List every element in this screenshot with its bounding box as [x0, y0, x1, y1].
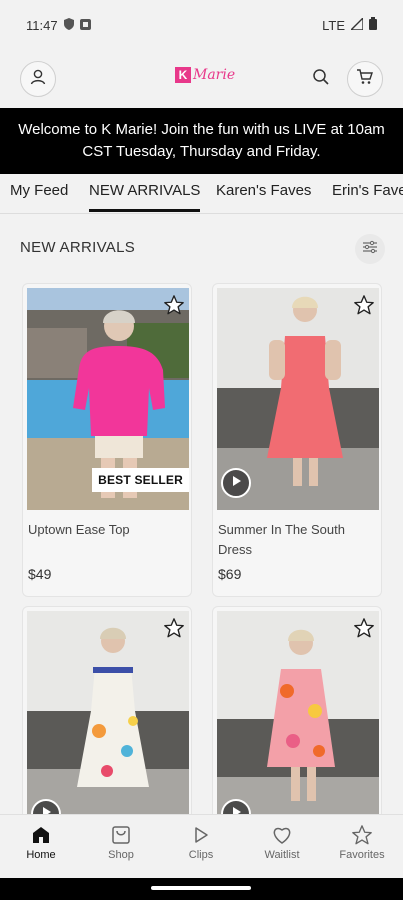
filter-icon [362, 240, 378, 259]
product-card[interactable] [212, 606, 382, 814]
category-tabs: My Feed NEW ARRIVALS Karen's Faves Erin'… [0, 174, 403, 214]
search-icon [312, 68, 330, 91]
favorite-star-icon[interactable] [163, 617, 185, 639]
notification-icon [79, 18, 91, 33]
nav-home-label: Home [26, 849, 56, 861]
nav-favorites[interactable]: Favorites [322, 823, 402, 861]
product-card[interactable]: BEST SELLER Uptown Ease Top $49 [22, 283, 192, 597]
battery-icon [369, 17, 377, 33]
product-feed: NEW ARRIVALS BEST SELLER Uptown Ease Top… [0, 214, 403, 814]
product-name[interactable]: Summer In The South Dress [218, 520, 368, 560]
product-card[interactable]: Summer In The South Dress $69 [212, 283, 382, 597]
search-button[interactable] [309, 67, 333, 91]
tab-my-feed[interactable]: My Feed [10, 182, 68, 199]
account-button[interactable] [20, 61, 56, 97]
signal-icon [349, 15, 364, 33]
play-icon [191, 825, 211, 848]
tab-new-arrivals[interactable]: NEW ARRIVALS [89, 182, 201, 212]
product-name[interactable]: Uptown Ease Top [28, 520, 178, 540]
product-price: $49 [28, 566, 52, 582]
announcement-banner: Welcome to K Marie! Join the fun with us… [0, 108, 403, 174]
nav-shop[interactable]: Shop [81, 823, 161, 861]
app-header: K Marie [0, 50, 403, 108]
status-bar: 11:47 LTE [0, 0, 403, 50]
product-card[interactable] [22, 606, 192, 814]
play-video-button[interactable] [221, 468, 251, 498]
user-icon [29, 68, 47, 91]
bottom-navigation: Home Shop Clips Waitlist Favorites [0, 814, 403, 878]
banner-line-2: CST Tuesday, Thursday and Friday. [82, 143, 321, 160]
banner-line-1: Welcome to K Marie! Join the fun with us… [18, 121, 385, 138]
brand-logo[interactable]: K Marie [175, 67, 235, 83]
play-icon [40, 805, 52, 814]
home-icon [31, 825, 51, 848]
cart-icon [356, 68, 374, 91]
logo-text: Marie [193, 67, 236, 83]
tab-erins-faves[interactable]: Erin's Faves [332, 182, 403, 199]
shield-icon [63, 17, 74, 33]
product-image[interactable]: BEST SELLER [27, 288, 189, 510]
nav-shop-label: Shop [108, 849, 134, 861]
filter-button[interactable] [355, 234, 385, 264]
favorite-star-icon[interactable] [353, 617, 375, 639]
heart-icon [271, 825, 293, 848]
best-seller-badge: BEST SELLER [92, 468, 189, 492]
favorite-star-icon[interactable] [163, 294, 185, 316]
product-image[interactable] [217, 611, 379, 814]
play-icon [230, 474, 242, 492]
nav-waitlist[interactable]: Waitlist [242, 823, 322, 861]
network-label: LTE [322, 17, 345, 33]
product-image[interactable] [27, 611, 189, 814]
status-time: 11:47 [26, 17, 58, 33]
star-icon [351, 824, 373, 849]
cart-button[interactable] [347, 61, 383, 97]
shop-icon [111, 825, 131, 848]
favorite-star-icon[interactable] [353, 294, 375, 316]
nav-waitlist-label: Waitlist [264, 849, 300, 861]
nav-home[interactable]: Home [1, 823, 81, 861]
home-gesture-bar[interactable] [151, 886, 251, 890]
nav-clips-label: Clips [188, 849, 214, 861]
play-icon [230, 805, 242, 814]
product-image[interactable] [217, 288, 379, 510]
product-price: $69 [218, 566, 242, 582]
nav-clips[interactable]: Clips [161, 823, 241, 861]
tab-karens-faves[interactable]: Karen's Faves [216, 182, 311, 199]
logo-letter: K [175, 67, 191, 83]
section-title: NEW ARRIVALS [20, 239, 136, 256]
nav-favorites-label: Favorites [339, 849, 385, 861]
